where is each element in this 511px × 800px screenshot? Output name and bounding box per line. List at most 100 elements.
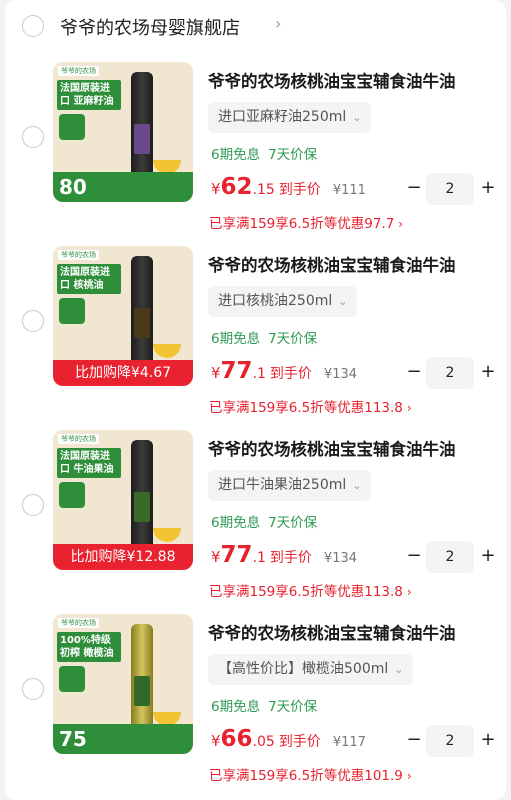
minus-icon[interactable]: − [405,361,423,383]
product-title[interactable]: 爷爷的农场核桃油宝宝辅食油牛油 [208,68,456,92]
quantity-input[interactable]: 2 [426,173,474,205]
original-price: ¥117 [332,735,366,750]
service-tags: 6期免息 7天价保 [211,695,317,715]
quantity-input[interactable]: 2 [426,725,474,757]
product-image[interactable]: 爷爷的农场 法国原装进口 牛油果油 比加购降¥12.88 [53,430,193,570]
service-tags: 6期免息 7天价保 [211,327,317,347]
minus-icon[interactable]: − [405,545,423,567]
product-title[interactable]: 爷爷的农场核桃油宝宝辅食油牛油 [208,436,456,460]
item-select-radio[interactable] [22,310,44,332]
item-select-radio[interactable] [22,494,44,516]
spec-label: 进口核桃油250ml [218,293,333,309]
chevron-down-icon: ⌄ [352,479,362,492]
certification-badge-icon [59,482,85,508]
price-protect-tag: 7天价保 [268,515,318,531]
price-integer: 77 [220,358,253,384]
price-decimal: .1 [252,366,266,382]
store-header: 爷爷的农场母婴旗舰店 › [5,0,506,52]
minus-icon[interactable]: − [405,177,423,199]
promo-text: 已享满159享6.5折等优惠101.9 [209,768,403,784]
price-protect-tag: 7天价保 [268,147,318,163]
price-drop-banner: 比加购降¥12.88 [53,544,193,570]
price-decimal: .05 [252,734,275,750]
chevron-down-icon: ⌄ [338,295,348,308]
promo-text: 已享满159享6.5折等优惠113.8 [209,400,403,416]
original-price: ¥134 [323,551,358,566]
product-image-headline: 100%特级初榨 橄榄油 [57,632,121,662]
chevron-right-icon: › [406,585,412,599]
price-label: 到手价 [269,366,312,382]
plus-icon[interactable]: + [479,177,497,199]
product-image-headline: 法国原装进口 亚麻籽油 [57,80,121,110]
spec-label: 进口亚麻籽油250ml [218,109,347,125]
plus-icon[interactable]: + [479,361,497,383]
price-drop-banner: 比加购降¥4.67 [53,360,193,386]
currency-symbol: ¥ [211,548,221,566]
product-title[interactable]: 爷爷的农场核桃油宝宝辅食油牛油 [208,620,456,644]
plus-icon[interactable]: + [479,545,497,567]
product-image[interactable]: 爷爷的农场 法国原装进口 亚麻籽油 80 [53,62,193,202]
spec-label: 【高性价比】橄榄油500ml [218,661,389,677]
chevron-right-icon: › [406,401,412,415]
service-tags: 6期免息 7天价保 [211,143,317,163]
service-tags: 6期免息 7天价保 [211,511,317,531]
installment-tag: 6期免息 [211,147,261,163]
price-label: 到手价 [278,734,321,750]
image-banner-number: 75 [59,727,87,751]
spec-selector[interactable]: 进口亚麻籽油250ml ⌄ [208,102,372,133]
product-image-headline: 法国原装进口 核桃油 [57,264,121,294]
store-select-radio[interactable] [22,15,44,37]
oil-bottle-icon [131,440,153,555]
promo-link[interactable]: 已享满159享6.5折等优惠113.8 › [209,580,412,600]
brand-tag: 爷爷的农场 [58,250,99,260]
chevron-right-icon: › [398,217,404,231]
brand-tag: 爷爷的农场 [58,66,99,76]
chevron-right-icon[interactable]: › [275,14,281,33]
quantity-stepper: − 2 + [405,173,500,205]
cart-item: 爷爷的农场 法国原装进口 牛油果油 比加购降¥12.88 爷爷的农场核桃油宝宝辅… [5,430,506,614]
spec-label: 进口牛油果油250ml [218,477,347,493]
oil-bowl-icon [153,344,181,358]
oil-bottle-icon [131,624,153,739]
installment-tag: 6期免息 [211,515,261,531]
oil-bowl-icon [153,528,181,542]
installment-tag: 6期免息 [211,699,261,715]
cart-item: 爷爷的农场 法国原装进口 亚麻籽油 80 爷爷的农场核桃油宝宝辅食油牛油 进口亚… [5,62,506,246]
quantity-input[interactable]: 2 [426,541,474,573]
product-title[interactable]: 爷爷的农场核桃油宝宝辅食油牛油 [208,252,456,276]
item-select-radio[interactable] [22,126,44,148]
certification-badge-icon [59,298,85,324]
spec-selector[interactable]: 进口核桃油250ml ⌄ [208,286,358,317]
price-integer: 62 [220,174,253,200]
price-label: 到手价 [278,182,321,198]
promo-link[interactable]: 已享满159享6.5折等优惠97.7 › [209,212,403,232]
promo-link[interactable]: 已享满159享6.5折等优惠113.8 › [209,396,412,416]
price-block: ¥77.1 到手价 ¥134 [211,358,357,384]
promo-link[interactable]: 已享满159享6.5折等优惠101.9 › [209,764,412,784]
product-image[interactable]: 爷爷的农场 法国原装进口 核桃油 比加购降¥4.67 [53,246,193,386]
spec-selector[interactable]: 【高性价比】橄榄油500ml ⌄ [208,654,414,685]
price-integer: 77 [220,542,253,568]
original-price: ¥134 [323,367,358,382]
price-integer: 66 [220,726,253,752]
price-decimal: .15 [252,182,275,198]
product-image[interactable]: 爷爷的农场 100%特级初榨 橄榄油 75 [53,614,193,754]
certification-badge-icon [59,666,85,692]
item-select-radio[interactable] [22,678,44,700]
plus-icon[interactable]: + [479,729,497,751]
quantity-stepper: − 2 + [405,725,500,757]
price-protect-tag: 7天价保 [268,331,318,347]
price-label: 到手价 [269,550,312,566]
spec-selector[interactable]: 进口牛油果油250ml ⌄ [208,470,372,501]
chevron-right-icon: › [406,769,412,783]
product-image-headline: 法国原装进口 牛油果油 [57,448,121,478]
quantity-input[interactable]: 2 [426,357,474,389]
price-block: ¥66.05 到手价 ¥117 [211,726,366,752]
minus-icon[interactable]: − [405,729,423,751]
oil-bottle-icon [131,256,153,371]
installment-tag: 6期免息 [211,331,261,347]
currency-symbol: ¥ [211,180,221,198]
brand-tag: 爷爷的农场 [58,434,99,444]
store-name[interactable]: 爷爷的农场母婴旗舰店 [60,14,240,40]
certification-badge-icon [59,114,85,140]
